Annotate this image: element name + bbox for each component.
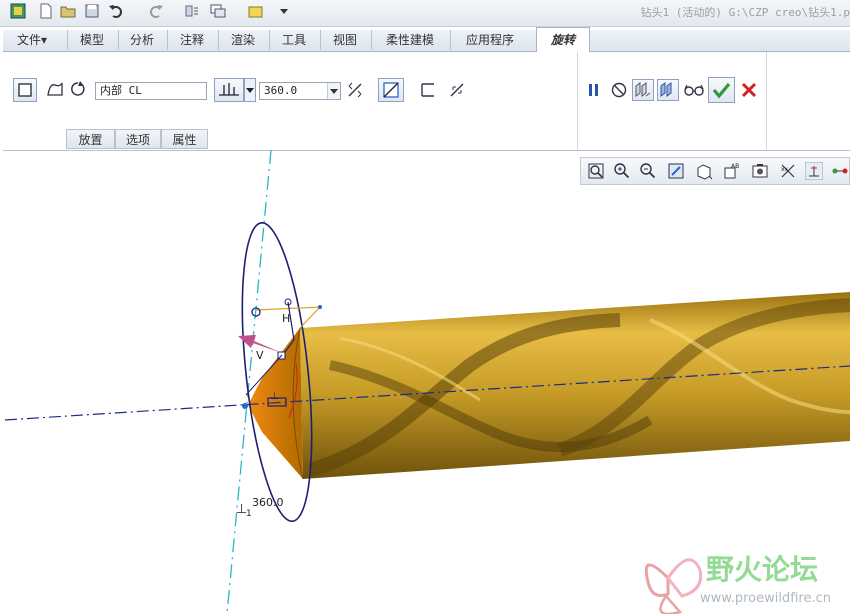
group-divider	[766, 52, 767, 150]
tab-tools[interactable]: 工具	[269, 30, 318, 50]
revolve-type-icon[interactable]	[69, 80, 87, 98]
connected-preview-icon	[660, 82, 672, 97]
separate-preview-button[interactable]	[632, 79, 654, 101]
group-divider	[577, 52, 578, 150]
open-folder-icon[interactable]	[60, 3, 76, 19]
verify-preview-icon[interactable]	[683, 81, 705, 99]
regenerate-icon[interactable]	[184, 3, 200, 19]
chevron-down-icon	[246, 88, 254, 93]
pause-icon[interactable]	[585, 81, 603, 99]
save-icon[interactable]	[84, 3, 100, 19]
subtab-options[interactable]: 选项	[115, 129, 161, 149]
close-window-icon[interactable]	[248, 3, 264, 19]
window-title: 钻头1 (活动的) G:\CZP creo\钻头1.p	[640, 6, 850, 19]
dimension-h-label: H	[282, 312, 290, 325]
graphics-viewport[interactable]: H V ⊥ ⊥ 1 360.0 野火论坛 www.proewildfire.cn	[0, 150, 850, 614]
new-file-icon[interactable]	[38, 3, 54, 19]
quick-access-toolbar: 钻头1 (活动的) G:\CZP creo\钻头1.p	[0, 0, 850, 27]
separate-preview-icon	[635, 82, 651, 97]
angle-type-dropdown[interactable]	[244, 78, 256, 102]
angle-value-text: 360.0	[264, 84, 298, 97]
checkmark-icon	[712, 82, 731, 99]
undo-icon[interactable]	[108, 3, 124, 19]
tab-revolve[interactable]: 旋转	[536, 27, 590, 53]
windows-icon[interactable]	[210, 3, 226, 19]
sketch-marker-label: ⊥	[270, 391, 279, 402]
remove-material-icon	[383, 82, 399, 98]
customize-qat-icon[interactable]	[276, 3, 292, 19]
chevron-down-icon	[327, 83, 340, 99]
flip-angle-icon[interactable]	[346, 81, 364, 99]
flip-thickness-icon[interactable]	[448, 81, 466, 99]
butterfly-logo-icon	[644, 558, 703, 614]
connected-preview-button[interactable]	[657, 79, 679, 101]
no-preview-icon[interactable]	[610, 81, 628, 99]
solid-icon	[18, 83, 32, 97]
angle-value-dropdown[interactable]: 360.0	[259, 82, 341, 100]
perpendicular-index: 1	[246, 509, 252, 519]
ok-button[interactable]	[708, 77, 735, 103]
ribbon-tabs: 文件▾ 模型 分析 注释 渲染 工具 视图 柔性建模 应用程序 旋转	[3, 27, 850, 53]
tab-view[interactable]: 视图	[320, 30, 369, 50]
remove-material-button[interactable]	[378, 78, 404, 102]
redo-icon[interactable]	[148, 3, 164, 19]
subtab-placement[interactable]: 放置	[66, 129, 115, 149]
watermark: 野火论坛 www.proewildfire.cn	[644, 553, 831, 614]
angle-dimension[interactable]: ⊥ 1 360.0	[236, 496, 284, 519]
tab-analysis[interactable]: 分析	[118, 30, 165, 50]
surface-icon[interactable]	[46, 81, 64, 99]
subtab-properties[interactable]: 属性	[161, 129, 208, 149]
angle-type-button[interactable]	[214, 78, 244, 102]
tab-applications[interactable]: 应用程序	[450, 30, 529, 50]
app-logo-icon	[10, 3, 26, 19]
axis-collector-field[interactable]: 内部 CL	[95, 82, 207, 100]
angle-dimension-value[interactable]: 360.0	[252, 496, 284, 509]
variable-angle-icon	[219, 83, 239, 96]
tab-file[interactable]: 文件▾	[9, 30, 55, 50]
tab-render[interactable]: 渲染	[218, 30, 267, 50]
dimension-v-label: V	[256, 349, 264, 362]
watermark-title: 野火论坛	[706, 553, 818, 586]
revolve-dashboard: 内部 CL 360.0 放置 选项 属性	[3, 52, 850, 151]
tab-flexible-modeling[interactable]: 柔性建模	[371, 30, 448, 50]
cancel-icon[interactable]	[740, 81, 758, 99]
tab-annotate[interactable]: 注释	[167, 30, 216, 50]
watermark-url: www.proewildfire.cn	[700, 591, 831, 606]
thicken-sketch-icon[interactable]	[419, 81, 437, 99]
solid-button[interactable]	[13, 78, 37, 102]
tab-model[interactable]: 模型	[67, 30, 116, 50]
